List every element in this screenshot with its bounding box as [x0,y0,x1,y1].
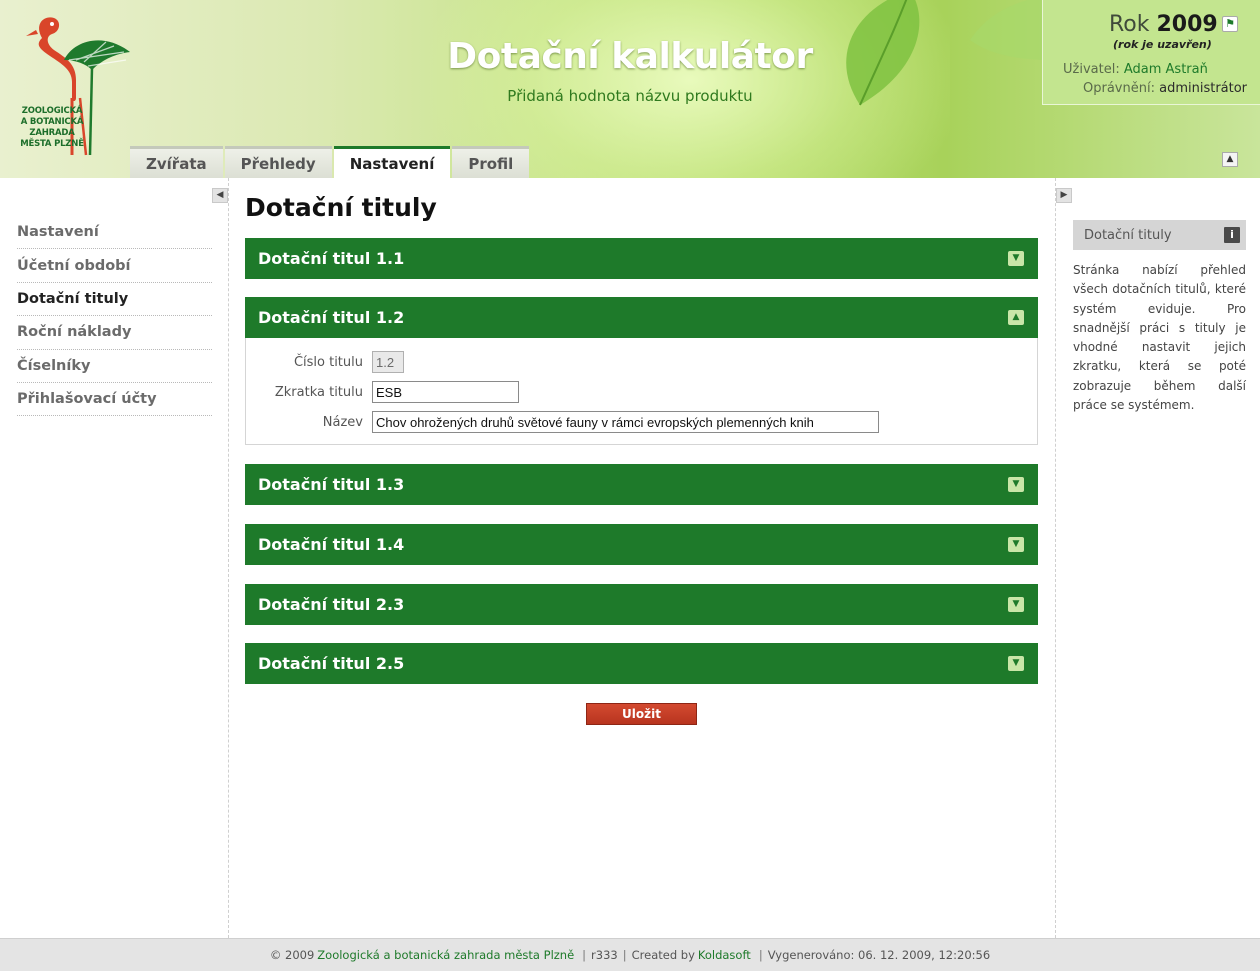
role-value: administrátor [1159,81,1248,96]
tab-profil[interactable]: Profil [452,146,530,178]
footer-generated: Vygenerováno: 06. 12. 2009, 12:20:56 [767,948,991,962]
user-info: Uživatel: Adam Astraň [1063,62,1208,77]
footer-separator: | [622,948,627,962]
sidebar-item-nastaveni[interactable]: Nastavení [17,216,212,250]
role-label: Oprávnění: [1083,81,1155,96]
name-label: Název [322,415,363,430]
collapse-header-button[interactable]: ▲ [1222,152,1238,167]
footer-company-link[interactable]: Koldasoft [698,948,751,962]
role-info: Oprávnění: administrátor [1083,81,1247,96]
app-subtitle: Přidaná hodnota názvu produktu [507,87,753,105]
footer-separator: | [758,948,763,962]
logo-line-3: ZAHRADA [29,128,75,138]
number-label: Číslo titulu [293,355,363,370]
panel-body: Číslo titulu Zkratka titulu Název [245,338,1038,445]
chevron-down-icon[interactable]: ▼ [1008,251,1024,266]
sidebar-item-ucetni-obdobi[interactable]: Účetní období [17,249,212,283]
tab-nastaveni[interactable]: Nastavení [333,146,451,178]
logo-line-1: ZOOLOGICKÁ [21,106,83,116]
left-divider [228,178,229,938]
sidebar-item-ciselniky[interactable]: Číselníky [17,350,212,383]
number-input[interactable] [372,351,404,373]
header: ZOOLOGICKÁ A BOTANICKÁ ZAHRADA MĚSTA PLZ… [0,0,1260,178]
page-title: Dotační tituly [245,193,437,222]
footer-created-by: Created by [631,948,695,962]
panel-title: Dotační titul 1.4 [258,535,405,554]
panel-title: Dotační titul 1.3 [258,475,405,494]
sidebar-item-rocni-naklady[interactable]: Roční náklady [17,316,212,350]
year-prefix: Rok [1109,12,1150,37]
panel-header[interactable]: Dotační titul 2.3 ▼ [245,584,1038,625]
save-button[interactable]: Uložit [586,703,697,725]
year-status: (rok je uzavřen) [1113,38,1212,51]
running-man-icon[interactable]: ⚑ [1222,16,1238,32]
abbr-label: Zkratka titulu [274,385,363,400]
name-input[interactable] [372,411,879,433]
help-title: Dotační tituly [1084,227,1172,243]
app-title: Dotační kalkulátor [447,36,813,77]
tab-zvirata[interactable]: Zvířata [130,146,223,178]
user-link[interactable]: Adam Astraň [1124,62,1208,77]
help-text: Stránka nabízí přehled všech dotačních t… [1073,263,1246,413]
year-number: 2009 [1156,12,1218,37]
sidebar-item-dotacni-tituly[interactable]: Dotační tituly [17,283,212,317]
panel-header[interactable]: Dotační titul 1.1 ▼ [245,238,1038,279]
logo-line-4: MĚSTA PLZNĚ [20,139,84,149]
chevron-down-icon[interactable]: ▼ [1008,477,1024,492]
panel-header[interactable]: Dotační titul 1.2 ▲ [245,297,1038,338]
panel-title: Dotační titul 2.3 [258,595,405,614]
logo-text: ZOOLOGICKÁ A BOTANICKÁ ZAHRADA MĚSTA PLZ… [14,106,90,150]
main-tabs: Zvířata Přehledy Nastavení Profil [130,146,531,178]
footer-revision: r333 [591,948,618,962]
footer-org-link[interactable]: Zoologická a botanická zahrada města Plz… [317,948,574,962]
year-box: Rok 2009 ⚑ (rok je uzavřen) Uživatel: Ad… [1042,0,1260,105]
tab-prehledy[interactable]: Přehledy [224,146,332,178]
user-label: Uživatel: [1063,62,1120,77]
right-divider [1055,178,1056,938]
panel-title: Dotační titul 1.2 [258,308,405,327]
chevron-up-icon[interactable]: ▲ [1008,310,1024,325]
collapse-left-sidebar-button[interactable]: ◀ [212,188,228,203]
collapse-right-sidebar-button[interactable]: ▶ [1056,188,1072,203]
leaf-decoration [846,0,1050,106]
year-display: Rok 2009 [1109,12,1218,37]
chevron-down-icon[interactable]: ▼ [1008,656,1024,671]
help-header: Dotační tituly i [1073,220,1246,250]
sidebar-item-prihlasovaci-ucty[interactable]: Přihlašovací účty [17,383,212,417]
logo-line-2: A BOTANICKÁ [20,117,84,127]
panel-title: Dotační titul 2.5 [258,654,405,673]
chevron-down-icon[interactable]: ▼ [1008,597,1024,612]
panel-header[interactable]: Dotační titul 1.3 ▼ [245,464,1038,505]
panel-header[interactable]: Dotační titul 1.4 ▼ [245,524,1038,565]
panel-header[interactable]: Dotační titul 2.5 ▼ [245,643,1038,684]
sidebar-nav: Nastavení Účetní období Dotační tituly R… [17,216,212,417]
info-icon[interactable]: i [1224,227,1240,243]
abbr-input[interactable] [372,381,519,403]
panel-title: Dotační titul 1.1 [258,249,405,268]
footer: © 2009 Zoologická a botanická zahrada mě… [0,938,1260,971]
footer-separator: | [582,948,587,962]
footer-copyright: © 2009 [269,948,315,962]
chevron-down-icon[interactable]: ▼ [1008,537,1024,552]
